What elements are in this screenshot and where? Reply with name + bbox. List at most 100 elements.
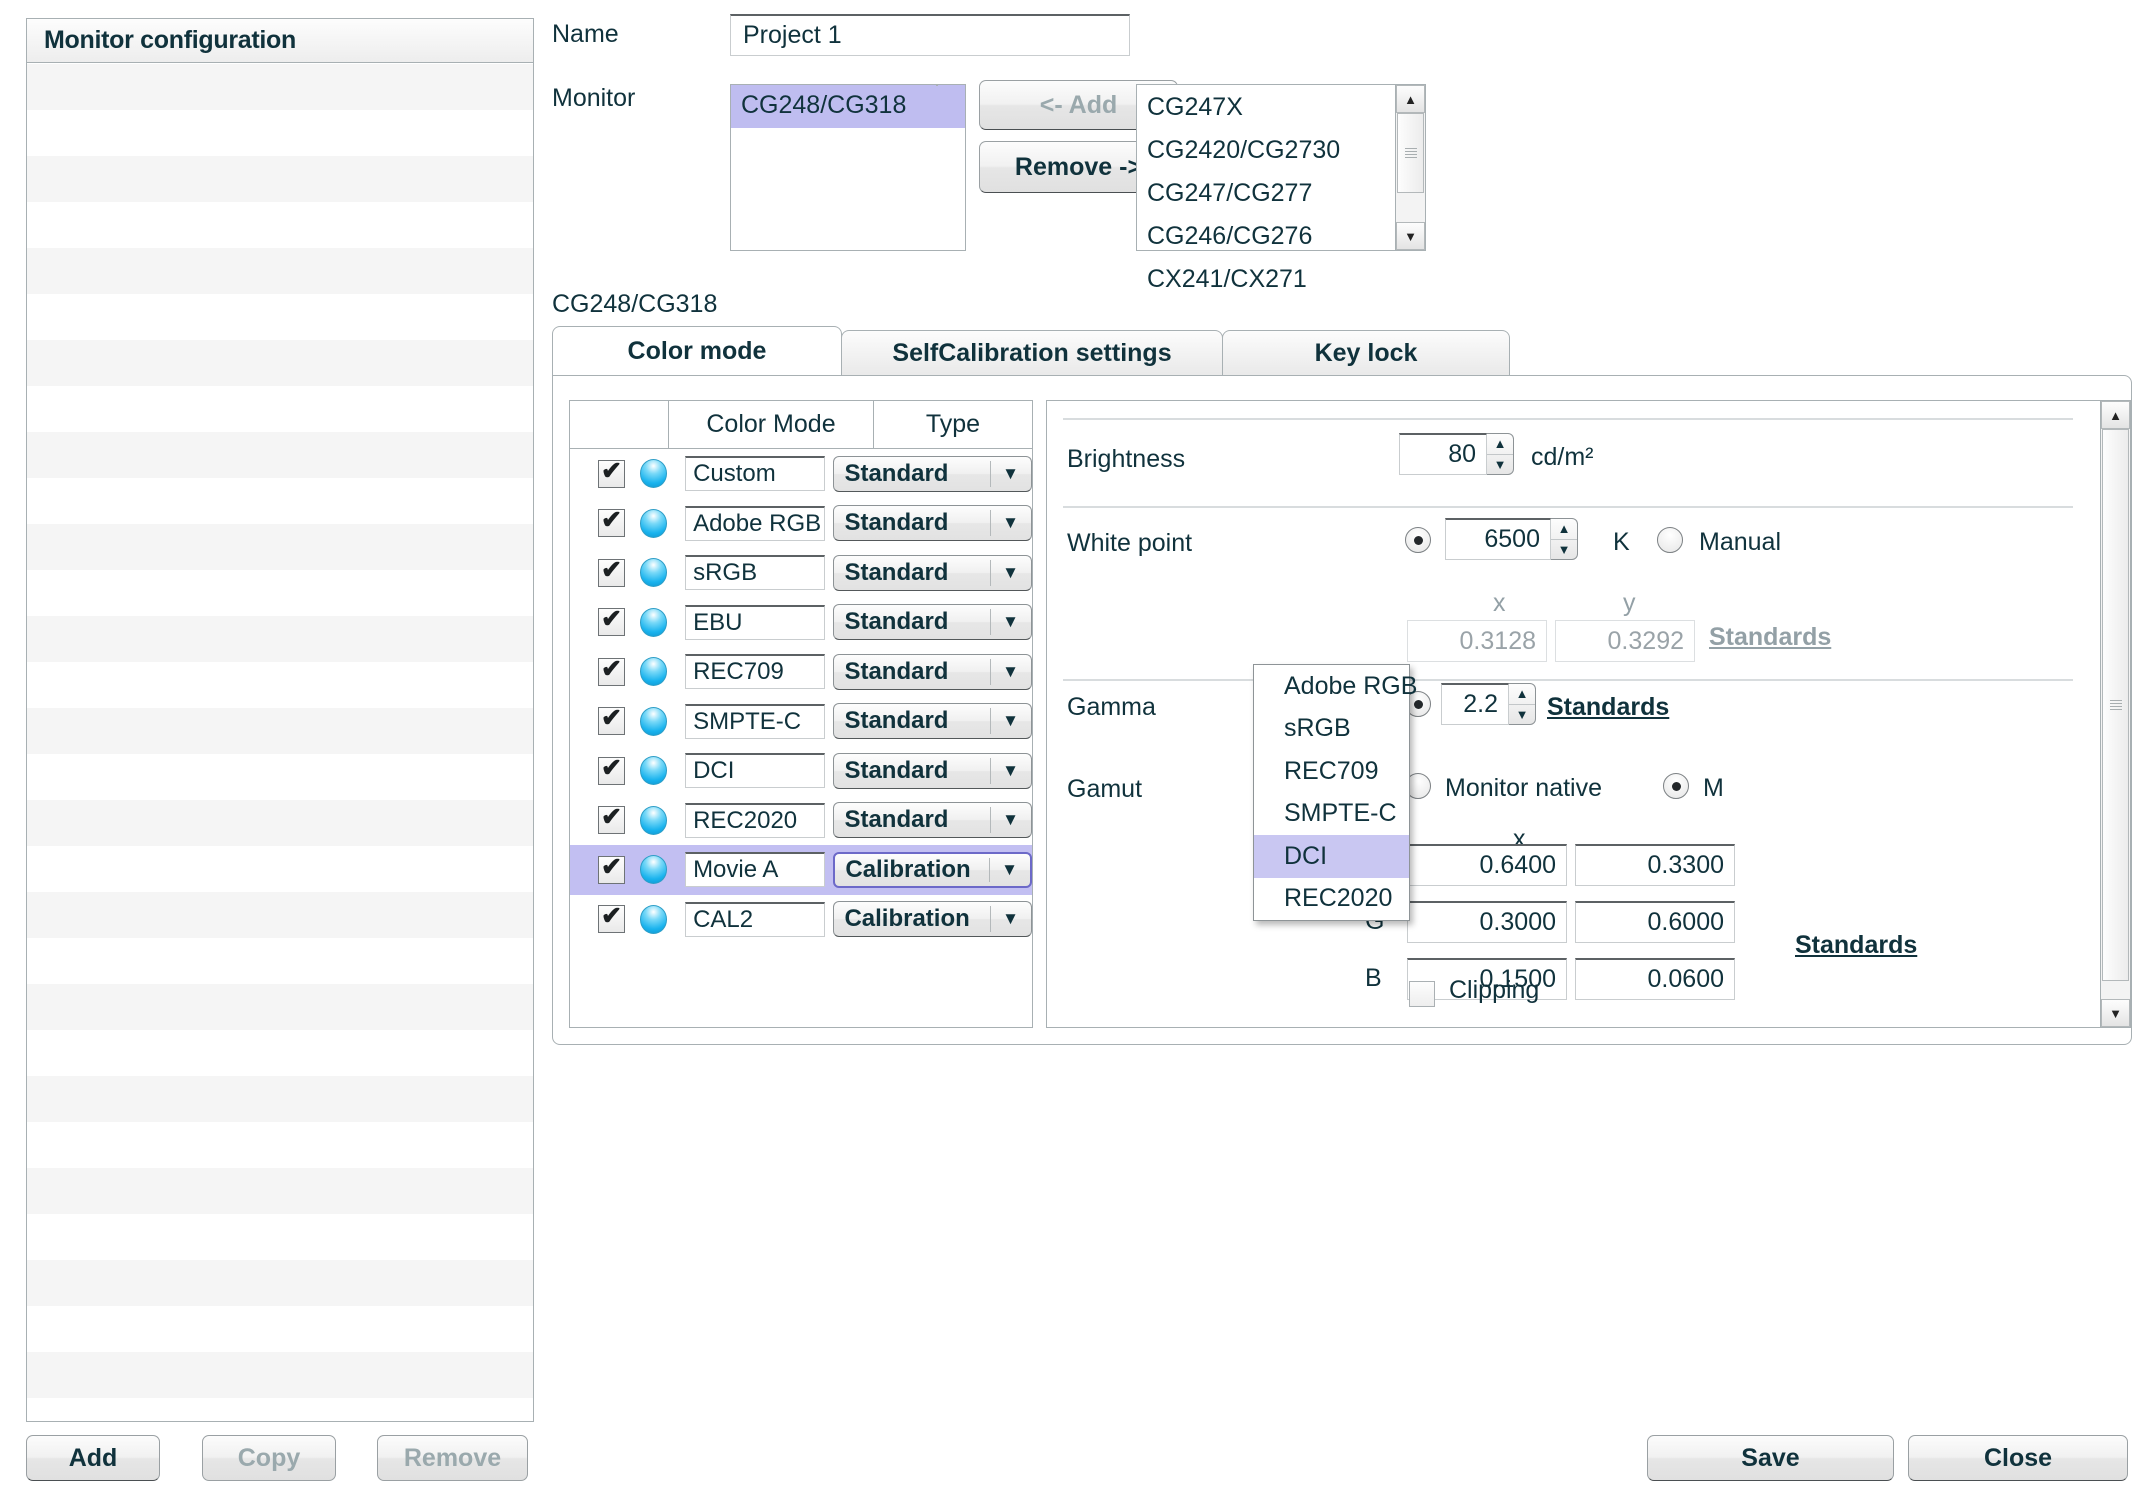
white-point-kelvin-value[interactable]: 6500	[1445, 518, 1551, 560]
configuration-list-row[interactable]	[27, 938, 533, 984]
chevron-down-icon[interactable]: ▼	[1002, 711, 1019, 731]
chevron-down-icon[interactable]: ▼	[1002, 662, 1019, 682]
color-mode-name-input[interactable]: Movie A	[685, 852, 826, 888]
clipping-checkbox[interactable]	[1409, 981, 1435, 1007]
configuration-list[interactable]	[27, 64, 533, 1421]
chevron-down-icon[interactable]: ▼	[1002, 563, 1019, 583]
color-mode-name-input[interactable]: SMPTE-C	[685, 703, 826, 739]
color-mode-name-input[interactable]: Custom	[685, 456, 826, 492]
remove-button[interactable]: Remove	[377, 1435, 528, 1481]
color-mode-name-input[interactable]: sRGB	[685, 555, 826, 591]
table-row[interactable]: CAL2 Calibration ▼	[570, 895, 1032, 945]
type-dropdown[interactable]: Standard ▼	[833, 604, 1032, 641]
enable-checkbox[interactable]	[598, 753, 625, 785]
configuration-list-row[interactable]	[27, 892, 533, 938]
type-dropdown[interactable]: Standard ▼	[833, 703, 1032, 740]
menu-item-rec709[interactable]: REC709	[1254, 750, 1409, 793]
white-point-standards-link[interactable]: Standards	[1709, 623, 1831, 652]
enable-checkbox[interactable]	[598, 703, 625, 736]
white-point-down-arrow-icon[interactable]: ▼	[1551, 540, 1577, 560]
type-dropdown[interactable]: Standard ▼	[833, 802, 1032, 839]
scroll-down-arrow-icon[interactable]: ▼	[1396, 222, 1425, 250]
table-row[interactable]: DCI Standard ▼	[570, 746, 1032, 796]
table-row[interactable]: SMPTE-C Standard ▼	[570, 697, 1032, 747]
configuration-list-row[interactable]	[27, 1352, 533, 1398]
standards-dropdown-menu[interactable]: Adobe RGB sRGB REC709 SMPTE-C DCI REC2020	[1253, 664, 1417, 921]
white-point-x-input[interactable]: 0.3128	[1407, 620, 1547, 662]
list-item-available-monitor[interactable]: CG246/CG276	[1137, 216, 1394, 259]
menu-item-srgb[interactable]: sRGB	[1254, 708, 1409, 751]
chevron-down-icon[interactable]: ▼	[1002, 909, 1019, 929]
gamma-value[interactable]: 2.2	[1441, 683, 1509, 725]
enable-checkbox[interactable]	[598, 505, 625, 538]
tab-selfcalibration-settings[interactable]: SelfCalibration settings	[841, 330, 1223, 376]
table-row[interactable]: sRGB Standard ▼	[570, 548, 1032, 598]
brightness-down-arrow-icon[interactable]: ▼	[1487, 455, 1513, 475]
white-point-up-arrow-icon[interactable]: ▲	[1551, 519, 1577, 540]
chevron-down-icon[interactable]: ▼	[1002, 761, 1019, 781]
menu-item-rec2020[interactable]: REC2020	[1254, 878, 1409, 921]
configuration-list-row[interactable]	[27, 156, 533, 202]
color-mode-name-input[interactable]: EBU	[685, 604, 826, 640]
table-row[interactable]: REC2020 Standard ▼	[570, 796, 1032, 846]
table-row[interactable]: Adobe RGB Standard ▼	[570, 499, 1032, 549]
table-body[interactable]: CustomStandard▼Adobe RGBStandard▼sRGBSta…	[570, 449, 1032, 944]
close-button[interactable]: Close	[1908, 1435, 2128, 1481]
tab-color-mode[interactable]: Color mode	[552, 326, 842, 376]
white-point-kelvin-radio[interactable]	[1405, 527, 1431, 553]
configuration-list-row[interactable]	[27, 64, 533, 110]
configuration-list-row[interactable]	[27, 202, 533, 248]
menu-item-adobe-rgb[interactable]: Adobe RGB	[1254, 665, 1417, 708]
list-item-selected-monitor[interactable]: CG248/CG318	[731, 85, 965, 128]
menu-item-dci[interactable]: DCI	[1254, 835, 1409, 878]
list-item-available-monitor[interactable]: CG247X	[1137, 87, 1394, 130]
enable-checkbox[interactable]	[598, 654, 625, 686]
color-mode-name-input[interactable]: CAL2	[685, 901, 826, 937]
configuration-list-row[interactable]	[27, 662, 533, 708]
chevron-down-icon[interactable]: ▼	[1002, 513, 1019, 533]
chevron-down-icon[interactable]: ▼	[1002, 810, 1019, 830]
gamma-up-arrow-icon[interactable]: ▲	[1509, 684, 1535, 705]
available-monitors-scrollbar[interactable]: ▲ ▼	[1395, 85, 1425, 250]
configuration-list-row[interactable]	[27, 1122, 533, 1168]
configuration-list-row[interactable]	[27, 386, 533, 432]
color-mode-name-input[interactable]: DCI	[685, 753, 826, 789]
chevron-down-icon[interactable]: ▼	[1001, 860, 1018, 880]
configuration-list-row[interactable]	[27, 340, 533, 386]
list-item-available-monitor[interactable]: CG2420/CG2730	[1137, 130, 1394, 173]
tab-bar[interactable]: Color mode SelfCalibration settings Key lo…	[552, 326, 1872, 376]
scroll-up-arrow-icon[interactable]: ▲	[1396, 85, 1425, 113]
type-dropdown[interactable]: Standard ▼	[833, 554, 1032, 591]
color-mode-table[interactable]: Color Mode Type CustomStandard▼Adobe RGB…	[569, 400, 1033, 1028]
scrollbar-thumb[interactable]	[1397, 113, 1424, 193]
type-dropdown[interactable]: Standard ▼	[833, 752, 1032, 789]
brightness-value[interactable]: 80	[1399, 433, 1487, 475]
copy-button[interactable]: Copy	[202, 1435, 336, 1481]
configuration-list-row[interactable]	[27, 984, 533, 1030]
settings-scrollbar-track[interactable]	[2101, 429, 2130, 999]
white-point-y-input[interactable]: 0.3292	[1555, 620, 1695, 662]
list-item-available-monitor[interactable]: CG247/CG277	[1137, 173, 1394, 216]
configuration-list-row[interactable]	[27, 432, 533, 478]
configuration-list-row[interactable]	[27, 110, 533, 156]
gamma-down-arrow-icon[interactable]: ▼	[1509, 705, 1535, 725]
configuration-list-row[interactable]	[27, 1214, 533, 1260]
gamut-r-x-input[interactable]: 0.6400	[1407, 844, 1567, 886]
gamma-stepper[interactable]: ▲ ▼	[1509, 683, 1536, 725]
tab-key-lock[interactable]: Key lock	[1222, 330, 1510, 376]
settings-scrollbar-thumb[interactable]	[2102, 429, 2129, 981]
table-row[interactable]: EBU Standard ▼	[570, 598, 1032, 648]
enable-checkbox[interactable]	[598, 555, 625, 587]
list-item-available-monitor[interactable]: CX241/CX271	[1137, 259, 1394, 302]
gamma-spinner[interactable]: 2.2 ▲ ▼	[1441, 683, 1536, 725]
chevron-down-icon[interactable]: ▼	[1002, 464, 1019, 484]
scrollbar-track[interactable]	[1396, 113, 1425, 222]
gamut-b-y-input[interactable]: 0.0600	[1575, 958, 1735, 1000]
configuration-list-row[interactable]	[27, 616, 533, 662]
configuration-list-row[interactable]	[27, 800, 533, 846]
table-row[interactable]: Movie A Calibration ▼	[570, 845, 1032, 895]
white-point-stepper[interactable]: ▲ ▼	[1551, 518, 1578, 560]
available-monitors-list[interactable]: CG247X CG2420/CG2730 CG247/CG277 CG246/CG27…	[1136, 84, 1426, 293]
type-dropdown[interactable]: Standard ▼	[833, 653, 1032, 690]
white-point-manual-radio[interactable]	[1657, 527, 1683, 553]
